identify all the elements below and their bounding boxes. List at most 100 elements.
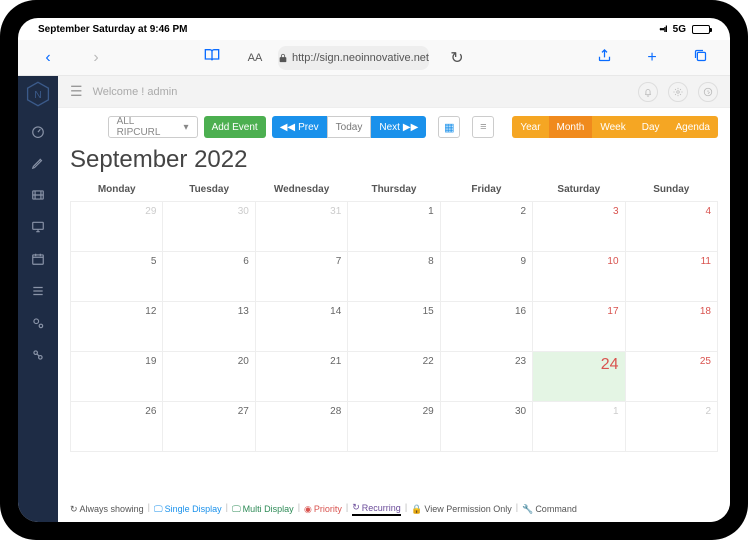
list-view-button[interactable]: ≡ [472,116,494,138]
main-panel: ☰ Welcome ! admin ALL RIPCURL ▾ [58,76,730,522]
rewind-icon: ◀◀ [280,122,295,133]
url-bar[interactable]: http://sign.neoinnovative.net [278,46,429,70]
view-year[interactable]: Year [512,116,548,138]
view-agenda[interactable]: Agenda [668,116,718,138]
calendar-cell[interactable]: 15 [348,302,440,352]
calendar-cell[interactable]: 19 [71,352,163,402]
day-header: Sunday [625,178,717,202]
gear-icon[interactable] [668,82,688,102]
legend-view-perm: 🔒 View Permission Only [411,502,512,516]
calendar-cell[interactable]: 14 [255,302,347,352]
calendar-cell[interactable]: 3 [533,202,625,252]
calendar-cell[interactable]: 7 [255,252,347,302]
add-event-button[interactable]: Add Event [204,116,266,138]
bell-icon[interactable] [638,82,658,102]
calendar-cell[interactable]: 29 [348,402,440,452]
back-button[interactable]: ‹ [28,49,68,67]
filter-dropdown[interactable]: ALL RIPCURL ▾ [108,116,198,138]
url-text: http://sign.neoinnovative.net [292,52,429,64]
status-right: ••ıl 5G [659,24,710,35]
day-header: Saturday [533,178,625,202]
calendar-cell[interactable]: 27 [163,402,255,452]
calendar-cell[interactable]: 2 [440,202,532,252]
calendar-cell[interactable]: 21 [255,352,347,402]
prev-button[interactable]: ◀◀Prev [272,116,327,138]
legend-priority: ◉ Priority [304,502,342,516]
day-header: Tuesday [163,178,255,202]
monitor-icon[interactable] [29,218,47,236]
view-switcher: Year Month Week Day Agenda [512,116,718,138]
menu-icon[interactable]: ☰ [70,83,83,100]
calendar-cell[interactable]: 18 [625,302,717,352]
calendar-cell[interactable]: 29 [71,202,163,252]
calendar-cell[interactable]: 23 [440,352,532,402]
chevron-down-icon: ▾ [184,122,189,133]
film-icon[interactable] [29,186,47,204]
calendar-cell[interactable]: 8 [348,252,440,302]
calendar-cell[interactable]: 12 [71,302,163,352]
reload-button[interactable]: ↻ [437,48,477,68]
calendar-toolbar: ALL RIPCURL ▾ Add Event ◀◀Prev Today Nex… [58,108,730,146]
calendar-cell[interactable]: 1 [533,402,625,452]
grid-view-button[interactable]: ▦ [438,116,460,138]
list-icon[interactable] [29,282,47,300]
day-header: Wednesday [255,178,347,202]
calendar-cell[interactable]: 4 [625,202,717,252]
calendar-cell[interactable]: 13 [163,302,255,352]
calendar-cell[interactable]: 6 [163,252,255,302]
calendar-cell[interactable]: 22 [348,352,440,402]
calendar-cell[interactable]: 11 [625,252,717,302]
view-day[interactable]: Day [634,116,668,138]
calendar-cell[interactable]: 5 [71,252,163,302]
calendar-cell[interactable]: 17 [533,302,625,352]
legend-recurring: ↻ Recurring [352,502,401,516]
battery-icon [692,25,710,34]
tabs-button[interactable] [680,48,720,68]
calendar-cell[interactable]: 30 [440,402,532,452]
logout-icon[interactable] [698,82,718,102]
day-header: Thursday [348,178,440,202]
link-icon[interactable] [29,346,47,364]
filter-label: ALL RIPCURL [117,116,180,138]
tablet-frame: September Saturday at 9:46 PM ••ıl 5G ‹ … [0,0,748,540]
calendar-cell[interactable]: 31 [255,202,347,252]
calendar-cell[interactable]: 25 [625,352,717,402]
calendar-title: September 2022 [58,146,730,178]
nav-group: ◀◀Prev Today Next▶▶ [272,116,427,138]
calendar-cell[interactable]: 1 [348,202,440,252]
calendar-cell[interactable]: 24 [533,352,625,402]
calendar-grid: MondayTuesdayWednesdayThursdayFridaySatu… [58,178,730,496]
legend-single: 🖵 Single Display [154,502,222,516]
calendar-cell[interactable]: 10 [533,252,625,302]
network-label: 5G [673,24,686,35]
new-tab-button[interactable]: + [632,49,672,67]
book-icon[interactable] [192,47,232,68]
gears-icon[interactable] [29,314,47,332]
today-button[interactable]: Today [327,116,372,138]
calendar-icon[interactable] [29,250,47,268]
forward-button[interactable]: › [76,49,116,67]
dashboard-icon[interactable] [29,122,47,140]
app-content: N ☰ Welcome ! admin [18,76,730,522]
text-size-button[interactable]: AA [240,52,270,64]
forward-icon: ▶▶ [403,122,418,133]
status-time: September Saturday at 9:46 PM [38,24,188,35]
edit-icon[interactable] [29,154,47,172]
calendar-cell[interactable]: 26 [71,402,163,452]
view-month[interactable]: Month [549,116,593,138]
calendar-cell[interactable]: 28 [255,402,347,452]
share-button[interactable] [584,48,624,68]
browser-toolbar: ‹ › AA http://sign.neoinnovative.net ↻ + [18,40,730,76]
calendar-cell[interactable]: 16 [440,302,532,352]
view-week[interactable]: Week [592,116,633,138]
calendar-cell[interactable]: 2 [625,402,717,452]
legend-always: ↻ Always showing [70,502,144,516]
day-header: Friday [440,178,532,202]
calendar-cell[interactable]: 30 [163,202,255,252]
legend-command: 🔧 Command [522,502,577,516]
day-header: Monday [71,178,163,202]
calendar-cell[interactable]: 9 [440,252,532,302]
next-button[interactable]: Next▶▶ [371,116,426,138]
calendar-cell[interactable]: 20 [163,352,255,402]
app-logo[interactable]: N [24,80,52,108]
